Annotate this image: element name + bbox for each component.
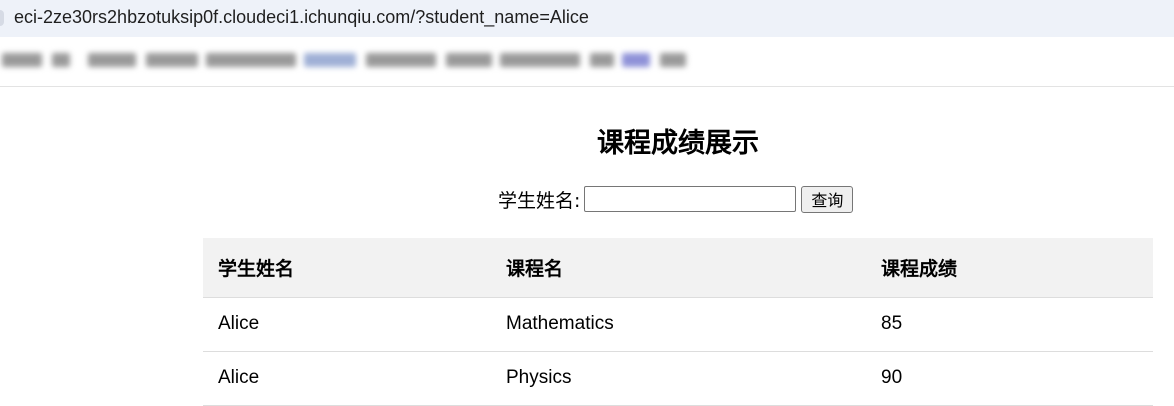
cell-course-score: 85 — [866, 297, 1153, 352]
bookmarks-bar — [0, 37, 1174, 87]
column-header-student-name: 学生姓名 — [203, 238, 491, 298]
column-header-course-score: 课程成绩 — [866, 238, 1153, 298]
cell-course-score: 90 — [866, 351, 1153, 406]
page-title: 课程成绩展示 — [597, 128, 759, 159]
blurred-bookmarks — [0, 49, 690, 73]
site-info-icon[interactable] — [0, 10, 4, 26]
table-row: Alice Mathematics 85 — [203, 297, 1153, 352]
table-header-row: 学生姓名 课程名 课程成绩 — [203, 238, 1153, 298]
page-content: 课程成绩展示 学生姓名: 查询 学生姓名 课程名 课程成绩 Alice Math… — [0, 88, 1174, 406]
address-bar[interactable]: eci-2ze30rs2hbzotuksip0f.cloudeci1.ichun… — [0, 0, 1174, 37]
cell-course-name: Mathematics — [491, 297, 866, 352]
student-name-label: 学生姓名: — [498, 189, 581, 212]
column-header-course-name: 课程名 — [491, 238, 866, 298]
grades-table: 学生姓名 课程名 课程成绩 Alice Mathematics 85 Alice… — [203, 238, 1153, 406]
url-text[interactable]: eci-2ze30rs2hbzotuksip0f.cloudeci1.ichun… — [14, 7, 589, 28]
query-button[interactable]: 查询 — [801, 185, 854, 213]
table-row: Alice Physics 90 — [203, 351, 1153, 406]
student-name-input[interactable] — [584, 186, 797, 212]
cell-course-name: Physics — [491, 351, 866, 406]
cell-student-name: Alice — [203, 297, 491, 352]
cell-student-name: Alice — [203, 351, 491, 406]
search-form: 学生姓名: 查询 — [498, 185, 854, 213]
